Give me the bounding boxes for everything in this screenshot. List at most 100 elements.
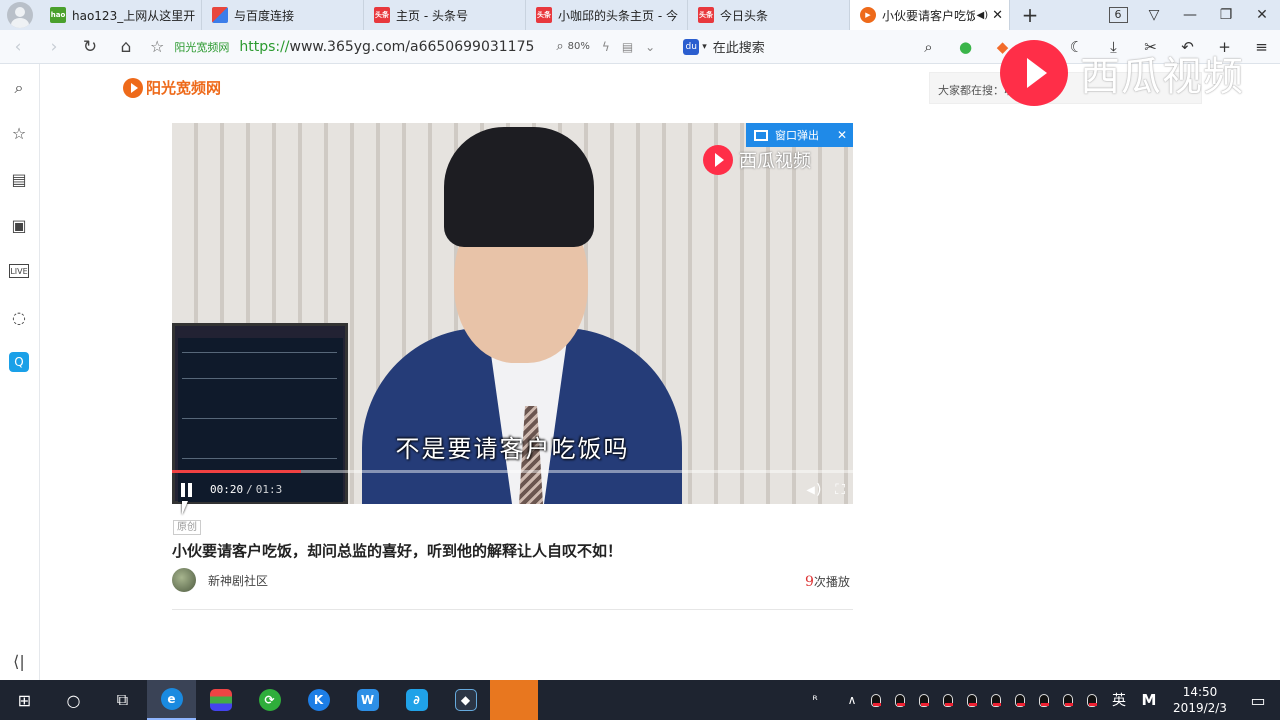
close-tab-icon[interactable]: ✕ <box>992 8 1003 23</box>
cortana-icon[interactable]: ○ <box>49 680 98 720</box>
new-tab-button[interactable]: + <box>1010 0 1050 30</box>
volume-icon[interactable]: ◀) <box>806 482 823 498</box>
taskbar-app-blue[interactable]: ∂ <box>392 680 441 720</box>
baidu-paw-icon: du <box>683 38 700 55</box>
tab-toutiao-home[interactable]: 头条 主页 - 头条号 <box>364 0 526 30</box>
taskbar: ⊞ ○ ⧉ e ⟳ K W ∂ ◆ ᴿ ∧ 英 M 14:50 2019/2/3… <box>0 680 1280 720</box>
author-info[interactable]: 新神剧社区 <box>172 568 268 592</box>
task-view-icon[interactable]: ⧉ <box>98 680 147 720</box>
tab-label: 小伙要请客户吃饭 <box>882 8 975 23</box>
wechat-icon[interactable]: ● <box>947 38 984 56</box>
qq-icon[interactable] <box>960 680 984 720</box>
taskbar-app-kugou[interactable]: K <box>294 680 343 720</box>
popout-icon <box>754 129 768 141</box>
video-title[interactable]: 小伙要请客户吃饭，却问总监的喜好，听到他的解释让人自叹不如！ <box>172 540 622 561</box>
restore-button[interactable]: ❐ <box>1208 7 1244 23</box>
lightning-icon[interactable]: ϟ <box>602 40 610 54</box>
forward-button[interactable]: › <box>36 37 72 57</box>
kugou-icon: K <box>307 689 330 711</box>
windows-flag-icon <box>212 7 228 23</box>
zoom-icon: ⌕ <box>556 39 564 54</box>
tab-baidu[interactable]: 与百度连接 <box>202 0 364 30</box>
qq-icon[interactable] <box>1056 680 1080 720</box>
refresh-button[interactable]: ↻ <box>72 37 108 57</box>
site-logo[interactable]: 阳光宽频网 <box>123 77 221 98</box>
tab-count-button[interactable]: 6 <box>1100 7 1136 23</box>
bookmark-star-icon[interactable]: ☆ <box>150 37 164 56</box>
browser-icon: e <box>160 688 183 710</box>
pause-icon[interactable] <box>180 482 194 497</box>
browser-sidebar: ⌕ ☆ ▤ ▣ LIVE ◌ Q ⟨| <box>0 64 40 680</box>
taskbar-app-wps[interactable]: W <box>343 680 392 720</box>
speaker-icon[interactable]: ◀) <box>977 10 989 21</box>
ime-indicator[interactable]: 英 <box>1104 690 1134 710</box>
chevron-up-icon[interactable]: ∧ <box>840 693 864 707</box>
skin-icon[interactable]: ▽ <box>1136 7 1172 23</box>
tab-active-video[interactable]: ▶ 小伙要请客户吃饭 ◀) ✕ <box>850 0 1010 30</box>
tab-label: 小咖邱的头条主页 - 今 <box>558 8 678 23</box>
user-avatar[interactable] <box>0 0 40 30</box>
taskbar-app-stack[interactable] <box>196 680 245 720</box>
search-box[interactable]: du ▾ 在此搜索 <box>683 37 765 56</box>
search-icon[interactable]: ⌕ <box>910 38 947 56</box>
tab-label: 主页 - 头条号 <box>396 8 468 23</box>
tab-label: 今日头条 <box>720 8 769 23</box>
back-button[interactable]: ‹ <box>0 37 36 57</box>
author-avatar[interactable] <box>172 568 196 592</box>
url-field[interactable]: ☆ 阳光宽频网 https:// www.365yg.com/a66506990… <box>150 37 534 56</box>
fullscreen-icon[interactable]: ⛶ <box>835 482 845 498</box>
search-icon[interactable]: ⌕ <box>8 77 30 99</box>
qq-icon[interactable] <box>1008 680 1032 720</box>
notification-icon[interactable]: ▭ <box>1236 691 1280 710</box>
menu-icon[interactable]: ≡ <box>1243 38 1280 56</box>
taskbar-browser[interactable]: e <box>147 680 196 720</box>
start-button[interactable]: ⊞ <box>0 680 49 720</box>
reader-icon[interactable]: ▤ <box>622 40 633 54</box>
popout-button[interactable]: 窗口弹出 ✕ <box>746 123 853 147</box>
people-icon[interactable]: ᴿ <box>790 693 840 707</box>
news-icon[interactable]: ▤ <box>8 168 30 190</box>
mouse-cursor <box>182 501 188 515</box>
xigua-logo-icon <box>703 145 733 175</box>
live-icon[interactable]: LIVE <box>9 264 29 278</box>
qq-icon[interactable] <box>1032 680 1056 720</box>
m-app-icon[interactable]: M <box>1134 691 1164 709</box>
close-popout-icon[interactable]: ✕ <box>837 128 847 142</box>
video-icon[interactable]: ▣ <box>8 214 30 236</box>
chevron-down-icon[interactable]: ⌄ <box>645 40 655 54</box>
qq-browser-icon[interactable]: Q <box>9 352 29 372</box>
duration: 01:3 <box>255 483 283 496</box>
divider <box>172 609 853 610</box>
popout-label: 窗口弹出 <box>775 129 819 142</box>
taskbar-app-editor[interactable]: ◆ <box>441 680 490 720</box>
progress-fill <box>172 470 302 473</box>
qq-icon[interactable] <box>1080 680 1104 720</box>
qq-icon[interactable] <box>936 680 960 720</box>
zoom-control[interactable]: ⌕ 80% <box>556 39 590 54</box>
progress-bar[interactable] <box>172 470 853 473</box>
qq-icon[interactable] <box>912 680 936 720</box>
qq-icon[interactable] <box>888 680 912 720</box>
chevron-down-icon: ▾ <box>702 41 707 52</box>
avatar-icon <box>7 2 33 28</box>
qq-icon[interactable] <box>864 680 888 720</box>
collapse-sidebar-icon[interactable]: ⟨| <box>8 650 30 672</box>
toutiao-icon: 头条 <box>536 7 552 23</box>
taskbar-app-orange[interactable] <box>490 680 538 720</box>
clock[interactable]: 14:50 2019/2/3 <box>1164 684 1236 716</box>
tab-toutiao-profile[interactable]: 头条 小咖邱的头条主页 - 今 <box>526 0 688 30</box>
home-button[interactable]: ⌂ <box>108 37 144 57</box>
taskbar-app-green[interactable]: ⟳ <box>245 680 294 720</box>
chat-icon[interactable]: ◌ <box>8 306 30 328</box>
qq-icon[interactable] <box>984 680 1008 720</box>
corner-watermark-text: 西瓜视频 <box>1080 54 1244 100</box>
favorites-star-icon[interactable]: ☆ <box>8 122 30 144</box>
minimize-button[interactable]: — <box>1172 7 1208 23</box>
wps-writer-icon: W <box>356 689 379 711</box>
tab-jinri-toutiao[interactable]: 头条 今日头条 <box>688 0 850 30</box>
tab-hao123[interactable]: hao hao123_上网从这里开 <box>40 0 202 30</box>
author-name[interactable]: 新神剧社区 <box>208 572 268 589</box>
close-window-button[interactable]: ✕ <box>1244 7 1280 23</box>
video-player[interactable]: 西瓜视频 窗口弹出 ✕ 不是要请客户吃饭吗 00:20 / 01:3 ◀) ⛶ <box>172 123 853 504</box>
play-count: 9次播放 <box>805 573 850 590</box>
